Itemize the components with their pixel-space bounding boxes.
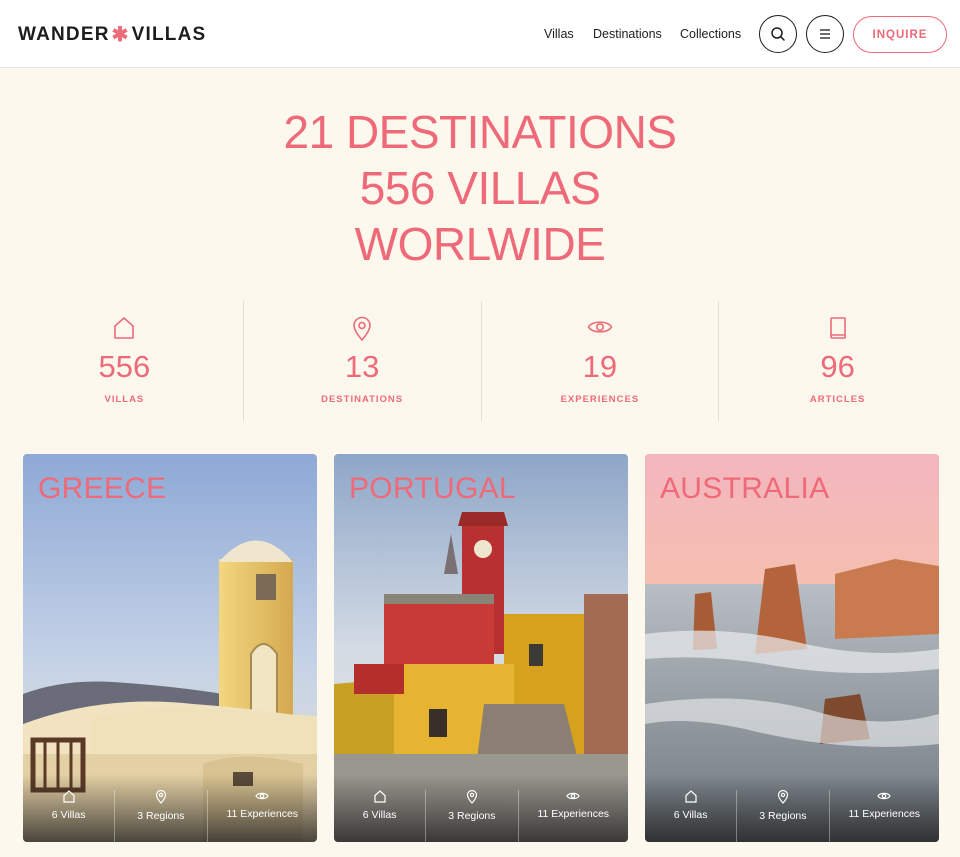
card-experiences: 11 Experiences [206, 790, 318, 842]
site-header: WANDER ✱ VILLAS Villas Destinations Coll… [0, 0, 960, 68]
card-regions: 3 Regions [114, 790, 206, 842]
card-villas: 6 Villas [645, 790, 736, 842]
stat-value: 13 [344, 349, 380, 384]
hero-line-villas: 556 VILLAS [359, 162, 601, 214]
card-regions-label: 3 Regions [759, 810, 807, 822]
logo-star-icon: ✱ [111, 24, 130, 46]
stat-value: 19 [582, 349, 618, 384]
nav-link-destinations[interactable]: Destinations [593, 27, 662, 41]
house-icon [374, 790, 386, 803]
logo-wander: WANDER [18, 23, 110, 45]
stat-destinations: 13 DESTINATIONS [242, 301, 481, 421]
destination-card-australia[interactable]: AUSTRALIA 6 Villas 3 Regions 11 Experien… [645, 454, 939, 842]
card-experiences: 11 Experiences [517, 790, 629, 842]
destination-card-portugal[interactable]: PORTUGAL 6 Villas 3 Regions 11 Experienc… [334, 454, 628, 842]
book-icon [829, 317, 846, 339]
card-experiences: 11 Experiences [828, 790, 940, 842]
search-button[interactable] [759, 15, 797, 53]
card-villas-label: 6 Villas [362, 809, 397, 821]
card-title: AUSTRALIA [660, 472, 830, 505]
map-pin-icon [353, 316, 371, 342]
hero-line-worldwide: WORLWIDE [354, 218, 606, 270]
card-villas-label: 6 Villas [673, 809, 708, 821]
card-villas-label: 6 Villas [51, 809, 86, 821]
map-pin-icon [777, 790, 788, 804]
card-villas: 6 Villas [23, 790, 114, 842]
card-experiences-label: 11 Experiences [848, 808, 921, 820]
card-regions-label: 3 Regions [448, 810, 496, 822]
house-icon [114, 317, 135, 339]
eye-icon [587, 321, 613, 333]
card-regions-label: 3 Regions [137, 810, 185, 822]
hero-heading: 21 DESTINATIONS 556 VILLAS WORLWIDE [0, 104, 960, 272]
card-experiences-label: 11 Experiences [226, 808, 299, 820]
card-stats: 6 Villas 3 Regions 11 Experiences [23, 774, 317, 842]
card-regions: 3 Regions [736, 790, 828, 842]
card-regions: 3 Regions [425, 790, 517, 842]
card-villas: 6 Villas [334, 790, 425, 842]
eye-icon [255, 792, 269, 800]
card-title: PORTUGAL [349, 472, 516, 505]
inquire-button[interactable]: INQUIRE [853, 16, 947, 53]
hero-line-destinations: 21 DESTINATIONS [283, 106, 677, 158]
house-icon [685, 790, 697, 803]
stat-label: ARTICLES [809, 394, 866, 405]
destination-card-greece[interactable]: GREECE 6 Villas 3 Regions 11 Experiences [23, 454, 317, 842]
stat-value: 556 [98, 349, 151, 384]
house-icon [63, 790, 75, 803]
stat-articles: 96 ARTICLES [718, 301, 956, 421]
stat-label: DESTINATIONS [321, 394, 404, 405]
stat-villas: 556 VILLAS [6, 301, 243, 421]
stat-label: VILLAS [104, 394, 145, 405]
logo[interactable]: WANDER ✱ VILLAS [18, 22, 206, 47]
map-pin-icon [466, 790, 477, 804]
stat-label: EXPERIENCES [560, 394, 640, 405]
eye-icon [877, 792, 891, 800]
card-title: GREECE [38, 472, 167, 505]
card-stats: 6 Villas 3 Regions 11 Experiences [645, 774, 939, 842]
nav-link-collections[interactable]: Collections [680, 27, 741, 41]
search-icon [771, 27, 785, 41]
card-stats: 6 Villas 3 Regions 11 Experiences [334, 774, 628, 842]
menu-button[interactable] [806, 15, 844, 53]
card-experiences-label: 11 Experiences [537, 808, 610, 820]
stat-experiences: 19 EXPERIENCES [480, 301, 719, 421]
nav-link-villas[interactable]: Villas [544, 27, 574, 41]
map-pin-icon [155, 790, 166, 804]
logo-villas: VILLAS [131, 23, 207, 45]
stats-row: 556 VILLAS 13 DESTINATIONS 19 EXPERIENCE… [6, 301, 956, 421]
eye-icon [566, 792, 580, 800]
stat-value: 96 [820, 349, 855, 384]
hamburger-icon [820, 29, 830, 39]
